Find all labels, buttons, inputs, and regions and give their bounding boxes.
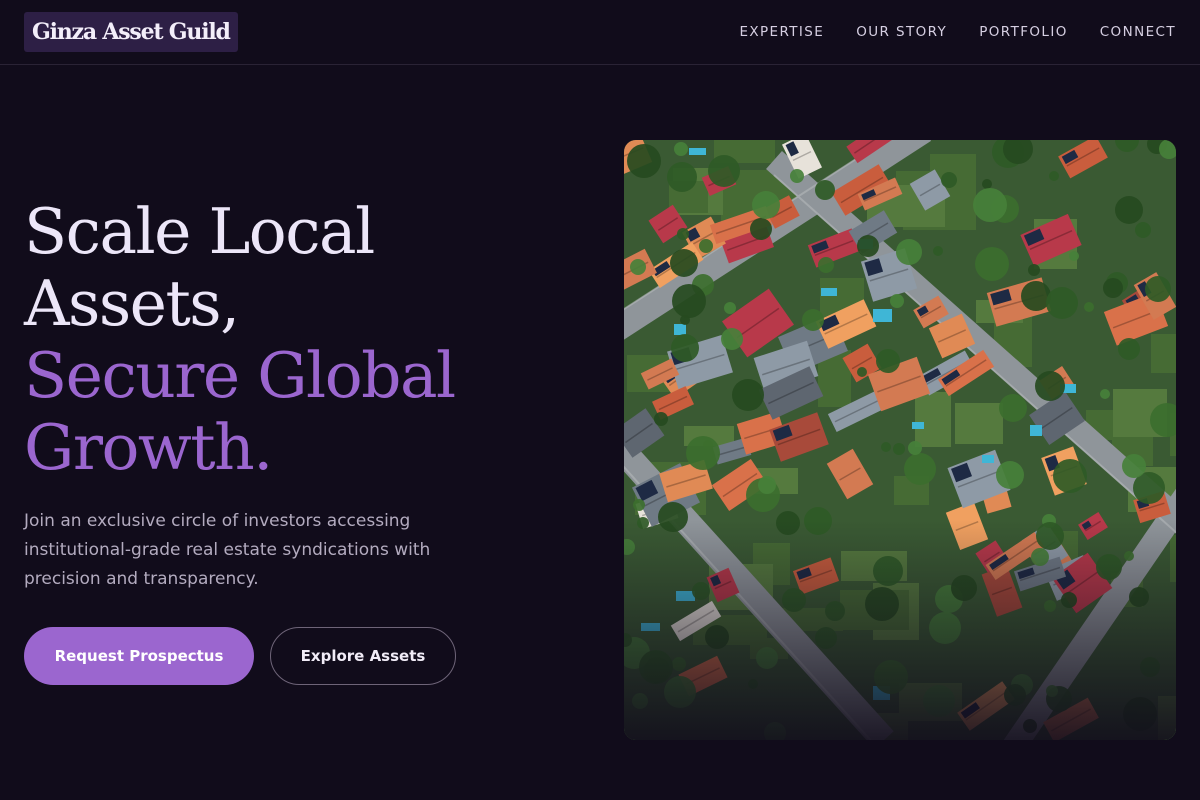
tree-canopy xyxy=(857,367,867,377)
tree-canopy xyxy=(941,172,957,188)
tree-canopy xyxy=(633,499,645,511)
tree-canopy xyxy=(671,334,699,362)
pool xyxy=(689,148,706,155)
hero-heading: Scale Local Assets, Secure Global Growth… xyxy=(24,196,584,484)
main-nav: EXPERTISE OUR STORY PORTFOLIO CONNECT xyxy=(739,0,1176,64)
tree-canopy xyxy=(904,453,936,485)
pool xyxy=(982,455,994,463)
tree-canopy xyxy=(1028,264,1040,276)
tree-canopy xyxy=(1135,222,1151,238)
tree-canopy xyxy=(908,441,922,455)
tree-canopy xyxy=(881,442,891,452)
tree-canopy xyxy=(1046,287,1078,319)
request-prospectus-button[interactable]: Request Prospectus xyxy=(24,627,254,685)
explore-assets-button[interactable]: Explore Assets xyxy=(270,627,456,685)
tree-canopy xyxy=(1069,251,1079,261)
lawn-patch xyxy=(955,403,1003,444)
site-header: Ginza Asset Guild EXPERTISE OUR STORY PO… xyxy=(0,0,1200,65)
tree-canopy xyxy=(1053,459,1087,493)
tree-canopy xyxy=(708,155,740,187)
pool xyxy=(821,288,837,296)
tree-canopy xyxy=(815,180,835,200)
tree-canopy xyxy=(758,476,776,494)
tree-canopy xyxy=(750,218,772,240)
tree-canopy xyxy=(1049,171,1059,181)
tree-canopy xyxy=(674,142,688,156)
nav-link-expertise[interactable]: EXPERTISE xyxy=(739,24,824,40)
nav-link-our-story[interactable]: OUR STORY xyxy=(856,24,947,40)
nav-link-portfolio[interactable]: PORTFOLIO xyxy=(979,24,1068,40)
lawn-patch xyxy=(1151,334,1176,373)
tree-canopy xyxy=(752,191,780,219)
tree-canopy xyxy=(670,249,698,277)
pool xyxy=(912,422,924,429)
tree-canopy xyxy=(654,412,668,426)
pool xyxy=(873,309,892,322)
hero-heading-line-2: Assets, xyxy=(24,267,240,340)
hero-heading-accent-line-2: Growth. xyxy=(24,411,273,484)
tree-canopy xyxy=(1035,371,1065,401)
tree-canopy xyxy=(982,179,992,189)
tree-canopy xyxy=(933,246,943,256)
brand-logo[interactable]: Ginza Asset Guild xyxy=(24,12,238,52)
tree-canopy xyxy=(1122,454,1146,478)
hero-heading-accent-line-1: Secure Global xyxy=(24,339,456,412)
tree-canopy xyxy=(1115,196,1143,224)
tree-canopy xyxy=(999,394,1027,422)
tree-canopy xyxy=(721,328,743,350)
tree-canopy xyxy=(890,294,904,308)
tree-canopy xyxy=(1100,389,1110,399)
tree-canopy xyxy=(630,259,646,275)
tree-canopy xyxy=(893,443,905,455)
tree-canopy xyxy=(677,228,689,240)
tree-canopy xyxy=(1084,302,1094,312)
tree-canopy xyxy=(686,436,720,470)
tree-canopy xyxy=(672,284,706,318)
tree-canopy xyxy=(667,162,697,192)
pool xyxy=(674,324,686,335)
hero-subtitle: Join an exclusive circle of investors ac… xyxy=(24,511,431,589)
tree-canopy xyxy=(973,188,1007,222)
tree-canopy xyxy=(732,379,764,411)
tree-canopy xyxy=(680,315,690,325)
tree-canopy xyxy=(876,349,900,373)
tree-canopy xyxy=(975,247,1009,281)
nav-link-connect[interactable]: CONNECT xyxy=(1100,24,1176,40)
lawn-patch xyxy=(915,392,951,447)
tree-canopy xyxy=(857,235,879,257)
pool xyxy=(1030,425,1042,436)
hero-aerial-image xyxy=(624,140,1176,740)
tree-canopy xyxy=(802,309,824,331)
image-bottom-fade xyxy=(624,520,1176,740)
tree-canopy xyxy=(896,239,922,265)
tree-canopy xyxy=(790,169,804,183)
tree-canopy xyxy=(996,461,1024,489)
tree-canopy xyxy=(1118,338,1140,360)
tree-canopy xyxy=(818,257,834,273)
tree-canopy xyxy=(699,239,713,253)
hero-heading-line-1: Scale Local xyxy=(24,195,375,268)
tree-canopy xyxy=(627,144,661,178)
tree-canopy xyxy=(724,302,736,314)
tree-canopy xyxy=(1103,278,1123,298)
tree-canopy xyxy=(1145,276,1171,302)
